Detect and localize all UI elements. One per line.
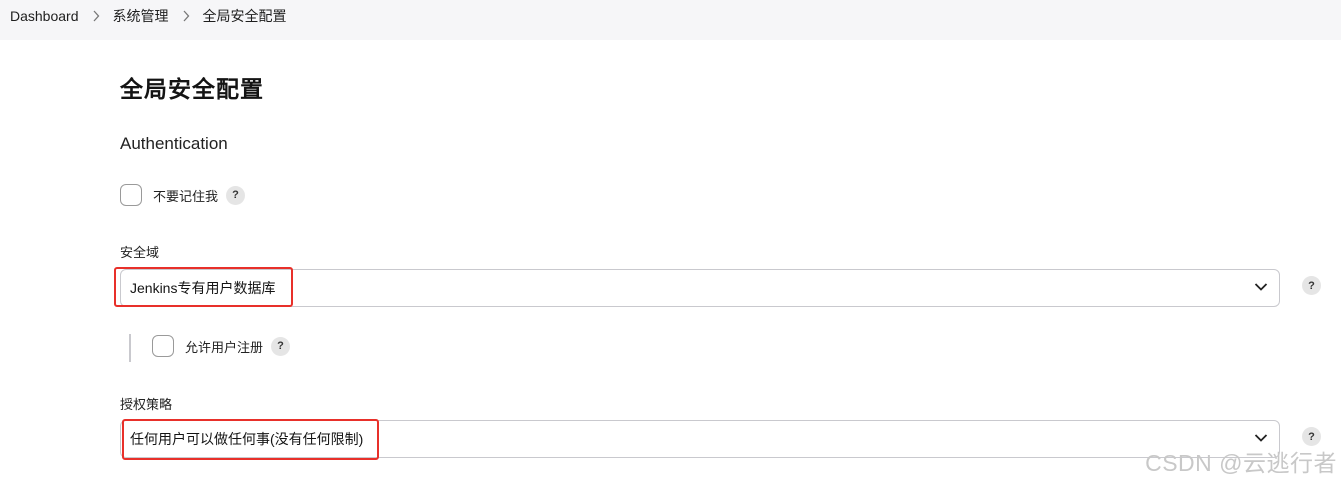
nested-option-bar — [129, 334, 131, 362]
allow-signup-checkbox[interactable] — [152, 335, 174, 357]
security-realm-help-icon[interactable]: ? — [1302, 276, 1321, 295]
remember-me-checkbox[interactable] — [120, 184, 142, 206]
breadcrumb-system-management[interactable]: 系统管理 — [113, 6, 169, 26]
allow-signup-label: 允许用户注册 — [185, 339, 264, 355]
remember-me-row: 不要记住我 ? — [120, 184, 246, 206]
breadcrumb: Dashboard 系统管理 全局安全配置 — [0, 0, 1341, 40]
chevron-down-icon — [1254, 434, 1268, 442]
page-title: 全局安全配置 — [120, 76, 264, 102]
breadcrumb-global-security[interactable]: 全局安全配置 — [203, 6, 287, 26]
help-icon[interactable]: ? — [271, 336, 291, 356]
security-realm-select[interactable]: Jenkins专有用户数据库 — [120, 269, 1280, 307]
breadcrumb-dashboard[interactable]: Dashboard — [10, 6, 79, 26]
security-realm-value: Jenkins专有用户数据库 — [130, 280, 276, 296]
authorization-value: 任何用户可以做任何事(没有任何限制) — [130, 431, 364, 447]
chevron-right-icon — [79, 10, 113, 22]
chevron-down-icon — [1254, 283, 1268, 291]
watermark: CSDN @云逃行者 — [1145, 450, 1337, 476]
help-icon[interactable]: ? — [226, 185, 246, 205]
authorization-label: 授权策略 — [120, 397, 173, 412]
authorization-select[interactable]: 任何用户可以做任何事(没有任何限制) — [120, 420, 1280, 458]
chevron-right-icon — [169, 10, 203, 22]
security-realm-label: 安全域 — [120, 245, 160, 260]
remember-me-label: 不要记住我 — [153, 188, 219, 204]
section-title-authentication: Authentication — [120, 134, 228, 153]
allow-signup-row: 允许用户注册 ? — [152, 335, 291, 357]
